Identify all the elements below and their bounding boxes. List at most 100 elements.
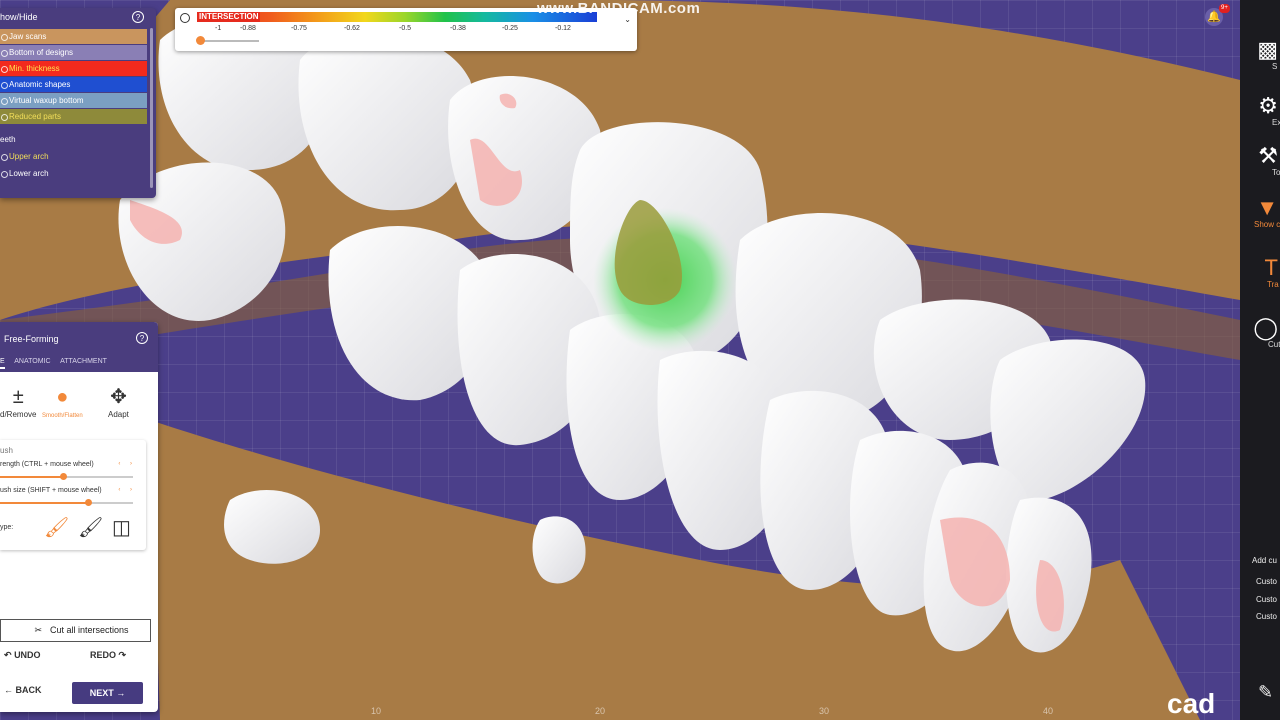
cut-all-label: Cut all intersections [50, 625, 129, 635]
help-icon[interactable]: ? [132, 11, 144, 23]
back-label: BACK [15, 685, 42, 695]
tool-label: Adapt [108, 410, 129, 419]
custom-item[interactable]: Custo [1256, 612, 1277, 621]
brush-size-slider-fill [0, 502, 88, 504]
add-custom-label: Add cu [1252, 556, 1277, 565]
right-toolbar: ▩ S ⚙ Ex ⚒ To ▼ Show c T Tra ◯ Cut Add c… [1240, 0, 1280, 720]
strength-slider-fill [0, 476, 63, 478]
free-forming-header: Free-Forming ? E ANATOMIC ATTACHMENT [0, 322, 158, 372]
tool-label: d/Remove [0, 410, 37, 419]
paint-brush-icon[interactable]: 🖌 [44, 516, 69, 540]
strength-slider[interactable] [0, 473, 133, 480]
custom-item[interactable]: Custo [1256, 577, 1277, 586]
scale-tick: 30 [819, 706, 830, 716]
tab-anatomic[interactable]: ANATOMIC [14, 358, 50, 365]
custom-item[interactable]: Custo [1256, 595, 1277, 604]
toolbar-item-save[interactable]: ▩ S [1240, 38, 1280, 72]
arch-label: Lower arch [9, 169, 49, 178]
strength-label: rength (CTRL + mouse wheel) [0, 461, 94, 468]
scale-tick: 40 [1043, 706, 1054, 716]
arch-label: Upper arch [9, 152, 49, 161]
tools-icon: ⚒ [1258, 143, 1278, 168]
toolbar-item-expert[interactable]: ⚙ Ex [1240, 93, 1280, 128]
layer-label: Bottom of designs [9, 48, 74, 57]
next-label: NEXT [89, 688, 114, 698]
show-hide-title: how/Hide [0, 12, 38, 22]
legend-tick: -0.75 [291, 25, 307, 32]
toolbar-label: Tra [1267, 280, 1279, 289]
gauge-icon [180, 13, 190, 23]
brush-icon[interactable]: 🖌 [78, 516, 103, 540]
tool-label: Smooth/Flatten [42, 413, 83, 419]
threshold-slider-track[interactable] [201, 40, 259, 42]
layer-reduced-parts[interactable]: Reduced parts [0, 109, 147, 124]
3d-viewport[interactable]: 10 20 30 40 [0, 0, 1240, 720]
layer-bottom-of-designs[interactable]: Bottom of designs [0, 45, 147, 60]
undo-icon: ↶ [4, 650, 12, 660]
toolbar-item-transparency[interactable]: T Tra [1240, 256, 1280, 290]
brush-size-slider-thumb[interactable] [84, 499, 92, 506]
tab-attachment[interactable]: ATTACHMENT [60, 358, 107, 365]
jaw-scan-render [0, 0, 1240, 720]
redo-label: REDO [90, 650, 117, 660]
layer-label: Jaw scans [9, 32, 47, 41]
notification-badge: 9+ [1219, 4, 1230, 13]
layer-label: Min. thickness [9, 64, 60, 73]
legend-tick: -0.38 [450, 25, 466, 32]
show-collision-icon: ▼ [1256, 195, 1278, 220]
plus-minus-icon: ± [12, 386, 24, 408]
add-remove-tool[interactable]: ± d/Remove [0, 384, 36, 419]
layer-anatomic-shapes[interactable]: Anatomic shapes [0, 77, 147, 92]
help-icon[interactable]: ? [136, 332, 148, 344]
cylinder-icon[interactable]: ◫ [112, 516, 131, 540]
cut-all-intersections-button[interactable]: ✂ Cut all intersections [0, 619, 151, 642]
undo-button[interactable]: ↶ UNDO [4, 650, 41, 661]
tab-sculpt[interactable]: E [0, 358, 5, 369]
strength-slider-thumb[interactable] [59, 473, 67, 480]
legend-tick: -0.88 [240, 25, 256, 32]
brush-size-label: ush size (SHIFT + mouse wheel) [0, 487, 102, 494]
legend-tick: -0.12 [555, 25, 571, 32]
brush-title: ush [0, 446, 13, 455]
toolbar-item-cut[interactable]: ◯ Cut [1240, 315, 1280, 350]
brush-size-slider[interactable] [0, 499, 133, 506]
toolbar-item-tools[interactable]: ⚒ To [1240, 143, 1280, 178]
brush-settings: ush rength (CTRL + mouse wheel) ‹ › ush … [0, 440, 146, 550]
redo-icon: ↷ [118, 650, 127, 660]
drop-icon: ● [56, 386, 69, 408]
adapt-tool[interactable]: ✥ Adapt [108, 384, 129, 419]
teeth-section-title: eeth [0, 135, 16, 144]
show-hide-panel: how/Hide ? Jaw scans Bottom of designs M… [0, 8, 156, 198]
toolbar-label: Show c [1254, 220, 1280, 229]
smooth-flatten-tool[interactable]: ● Smooth/Flatten [42, 384, 83, 419]
next-button[interactable]: NEXT → [72, 682, 143, 704]
redo-button[interactable]: REDO ↷ [90, 650, 126, 661]
toolbar-label: Cut [1268, 340, 1280, 349]
strength-arrows-icon[interactable]: ‹ › [118, 461, 136, 467]
size-arrows-icon[interactable]: ‹ › [118, 487, 136, 493]
brush-type-label: ype: [0, 524, 14, 531]
toolbar-label: S [1272, 62, 1278, 71]
lower-arch-toggle[interactable]: Lower arch [0, 165, 156, 182]
panel-scrollbar[interactable] [150, 28, 153, 188]
legend-tick: -1 [215, 25, 222, 32]
recording-watermark: www.BANDICAM.com [537, 0, 701, 17]
threshold-slider-thumb[interactable] [196, 36, 205, 45]
undo-label: UNDO [14, 650, 41, 660]
arrow-right-icon: → [116, 688, 126, 698]
cut-icon: ◯ [1253, 315, 1278, 340]
layer-min-thickness[interactable]: Min. thickness [0, 61, 147, 76]
legend-tick: -0.25 [502, 25, 518, 32]
layer-label: Virtual waxup bottom [9, 96, 84, 105]
layer-label: Reduced parts [9, 112, 62, 121]
expert-icon: ⚙ [1258, 93, 1278, 118]
pencil-icon[interactable]: ✎ [1258, 682, 1273, 703]
layer-jaw-scans[interactable]: Jaw scans [0, 29, 147, 44]
show-hide-header: how/Hide ? [0, 8, 156, 28]
free-forming-tabs: E ANATOMIC ATTACHMENT [0, 358, 115, 369]
upper-arch-toggle[interactable]: Upper arch [0, 148, 156, 165]
toolbar-item-show-collision[interactable]: ▼ Show c [1240, 195, 1280, 230]
scale-tick: 10 [371, 706, 382, 716]
back-button[interactable]: ← BACK [4, 685, 42, 695]
layer-virtual-waxup-bottom[interactable]: Virtual waxup bottom [0, 93, 147, 108]
